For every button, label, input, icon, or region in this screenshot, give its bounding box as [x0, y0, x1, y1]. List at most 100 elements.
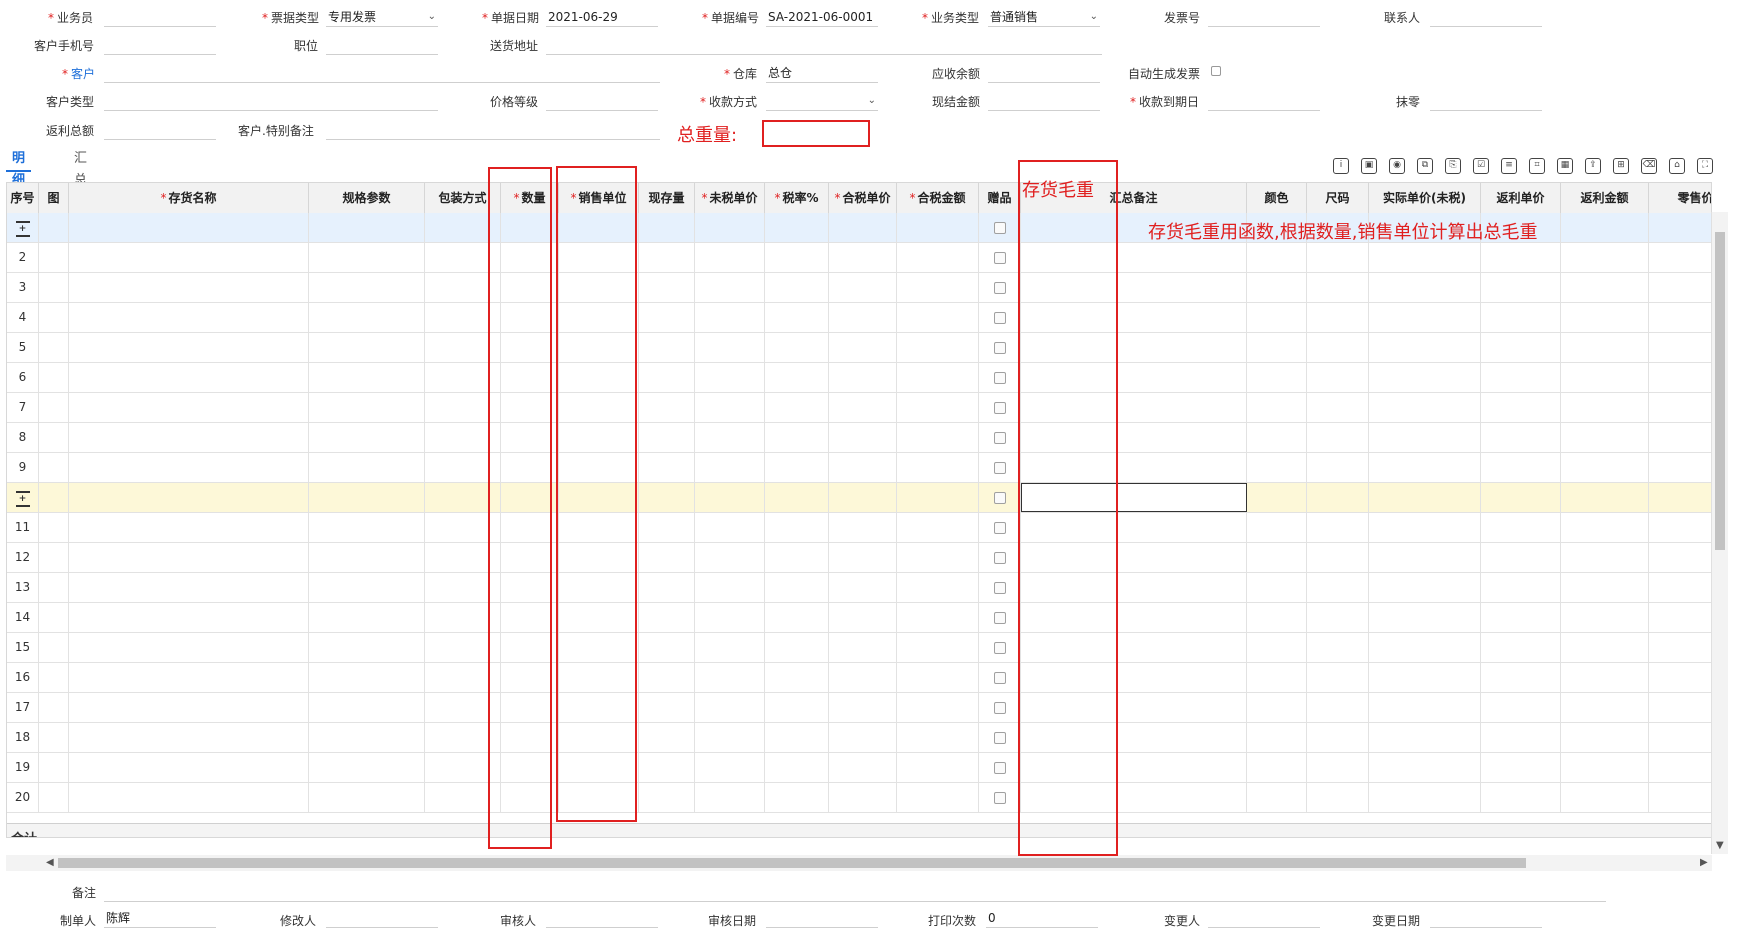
table-cell[interactable]	[897, 543, 979, 572]
table-cell[interactable]	[1649, 423, 1711, 452]
eraser-icon[interactable]: ⌫	[1641, 158, 1657, 174]
table-cell[interactable]	[829, 333, 897, 362]
table-cell[interactable]	[695, 573, 765, 602]
table-cell[interactable]	[1307, 693, 1369, 722]
checkbox-icon[interactable]: ☑	[1473, 158, 1489, 174]
table-row[interactable]: 18	[7, 723, 1711, 753]
table-cell[interactable]: 4	[7, 303, 39, 332]
table-cell[interactable]	[1481, 273, 1561, 302]
review-date-input[interactable]	[766, 908, 878, 928]
table-cell[interactable]	[695, 363, 765, 392]
table-cell[interactable]	[765, 483, 829, 512]
table-cell[interactable]	[829, 693, 897, 722]
table-cell[interactable]	[1247, 333, 1307, 362]
table-cell[interactable]	[639, 483, 695, 512]
column-header[interactable]: 零售价	[1649, 183, 1711, 213]
column-header[interactable]: 序号	[7, 183, 39, 213]
table-cell[interactable]	[695, 693, 765, 722]
table-cell[interactable]	[1307, 633, 1369, 662]
scan-icon[interactable]: ▣	[1361, 158, 1377, 174]
table-cell[interactable]	[309, 243, 425, 272]
table-cell[interactable]	[639, 723, 695, 752]
column-header[interactable]: 返利金额	[1561, 183, 1649, 213]
table-cell[interactable]	[1307, 573, 1369, 602]
table-cell[interactable]	[639, 393, 695, 422]
table-cell[interactable]	[69, 273, 309, 302]
table-cell[interactable]	[639, 543, 695, 572]
table-cell[interactable]	[1307, 453, 1369, 482]
table-cell[interactable]	[1561, 783, 1649, 812]
table-cell[interactable]	[1481, 513, 1561, 542]
table-cell[interactable]	[1481, 543, 1561, 572]
table-row[interactable]: 7	[7, 393, 1711, 423]
invoice-no-input[interactable]	[1208, 7, 1320, 27]
table-cell[interactable]	[1649, 213, 1711, 242]
column-header[interactable]: 现存量	[639, 183, 695, 213]
vertical-scrollbar[interactable]: ▼	[1711, 212, 1728, 854]
column-header[interactable]: * 合税金额	[897, 183, 979, 213]
table-cell[interactable]: 20	[7, 783, 39, 812]
doc-date-input[interactable]: 2021-06-29	[546, 7, 658, 27]
table-cell[interactable]	[1369, 723, 1481, 752]
rounding-input[interactable]	[1430, 91, 1542, 111]
table-cell[interactable]	[765, 333, 829, 362]
table-cell[interactable]	[1247, 453, 1307, 482]
column-header[interactable]: * 税率%	[765, 183, 829, 213]
table-cell[interactable]	[69, 783, 309, 812]
table-cell[interactable]	[1369, 543, 1481, 572]
table-cell[interactable]: 5	[7, 333, 39, 362]
gift-checkbox[interactable]	[993, 251, 1006, 264]
table-cell[interactable]	[1561, 363, 1649, 392]
table-cell[interactable]	[1247, 393, 1307, 422]
doc-no-input[interactable]: SA-2021-06-0001	[766, 7, 878, 27]
link-icon[interactable]: ⌗	[1529, 158, 1545, 174]
tab-summary[interactable]: 汇总	[68, 148, 93, 188]
table-cell[interactable]	[829, 573, 897, 602]
fullscreen-icon[interactable]: ⛶	[1697, 158, 1713, 174]
table-cell[interactable]	[1247, 423, 1307, 452]
table-cell[interactable]	[765, 543, 829, 572]
table-cell[interactable]	[69, 513, 309, 542]
table-cell[interactable]	[695, 303, 765, 332]
gift-checkbox[interactable]	[993, 491, 1006, 504]
table-cell[interactable]	[695, 243, 765, 272]
bulb-icon[interactable]: i	[1333, 158, 1349, 174]
table-cell[interactable]	[39, 393, 69, 422]
table-cell[interactable]: 11	[7, 513, 39, 542]
table-cell[interactable]	[1561, 513, 1649, 542]
table-cell[interactable]	[979, 423, 1021, 452]
table-cell[interactable]	[1307, 723, 1369, 752]
gift-checkbox[interactable]	[993, 401, 1006, 414]
table-cell[interactable]	[69, 393, 309, 422]
table-cell[interactable]	[1649, 723, 1711, 752]
table-cell[interactable]	[1649, 633, 1711, 662]
table-cell[interactable]	[979, 303, 1021, 332]
table-cell[interactable]	[695, 453, 765, 482]
table-cell[interactable]	[639, 423, 695, 452]
gift-checkbox[interactable]	[993, 341, 1006, 354]
table-cell[interactable]	[979, 333, 1021, 362]
table-cell[interactable]	[1369, 333, 1481, 362]
table-cell[interactable]	[1307, 363, 1369, 392]
table-cell[interactable]	[39, 243, 69, 272]
table-cell[interactable]	[1481, 603, 1561, 632]
table-cell[interactable]: 17	[7, 693, 39, 722]
invoice-type-select[interactable]: 专用发票 ⌄	[326, 7, 438, 27]
table-cell[interactable]	[829, 753, 897, 782]
table-cell[interactable]	[1481, 363, 1561, 392]
table-cell[interactable]	[639, 663, 695, 692]
table-row[interactable]: +	[7, 483, 1711, 513]
table-cell[interactable]	[897, 453, 979, 482]
list-icon[interactable]: ≡	[1501, 158, 1517, 174]
table-cell[interactable]	[309, 483, 425, 512]
column-header[interactable]: 赠品	[979, 183, 1021, 213]
creator-input[interactable]: 陈辉	[104, 908, 216, 928]
table-cell[interactable]	[1247, 543, 1307, 572]
table-cell[interactable]: +	[7, 213, 39, 242]
table-row[interactable]: 20	[7, 783, 1711, 813]
table-cell[interactable]	[309, 423, 425, 452]
table-cell[interactable]	[309, 693, 425, 722]
table-cell[interactable]	[1649, 693, 1711, 722]
table-cell[interactable]	[765, 603, 829, 632]
table-cell[interactable]	[1247, 783, 1307, 812]
